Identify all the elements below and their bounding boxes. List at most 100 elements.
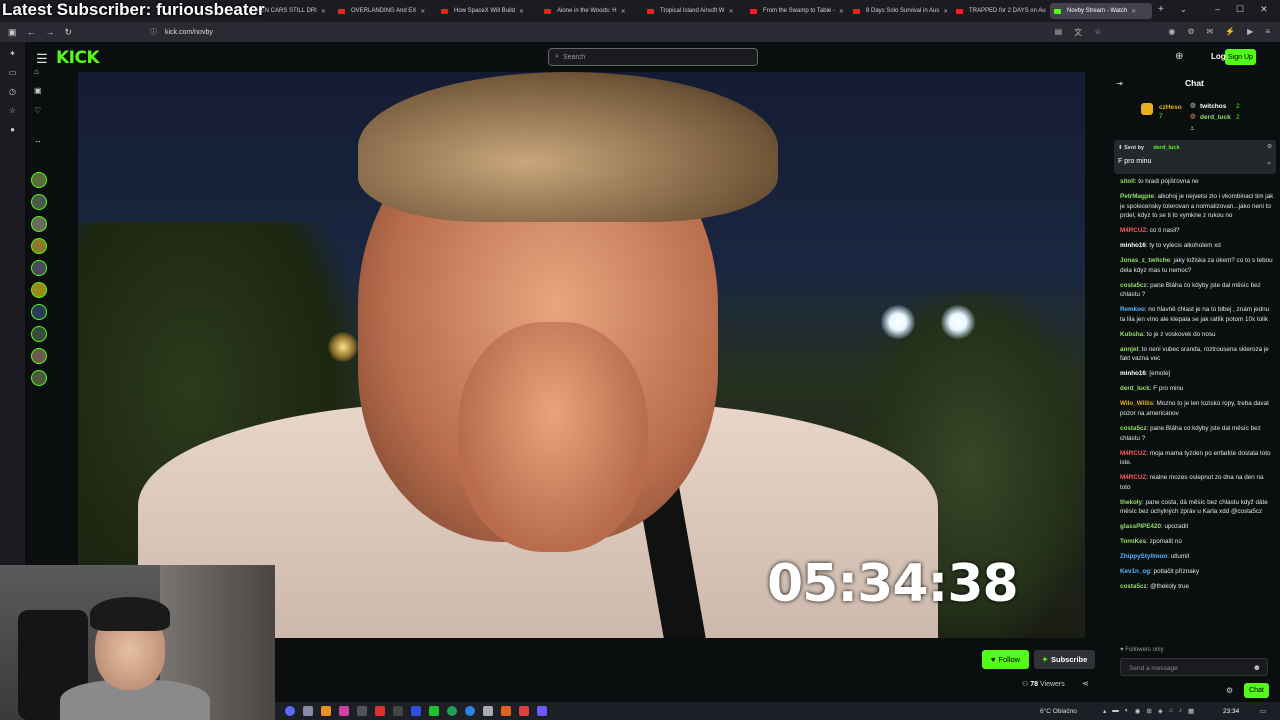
extension-icon[interactable]: ⚙: [1187, 27, 1194, 38]
browser-tab[interactable]: How SpaceX Will Build ✕: [437, 3, 535, 19]
app-icon[interactable]: [519, 706, 529, 716]
channel-avatar[interactable]: [31, 304, 47, 320]
back-icon[interactable]: ←: [27, 27, 36, 37]
chat-username[interactable]: Kubsha: [1120, 331, 1143, 338]
app-icon[interactable]: [465, 706, 475, 716]
gifter-name[interactable]: twitchos: [1200, 102, 1226, 112]
collapse-chat-icon[interactable]: ⇥: [1116, 79, 1123, 89]
notification-icon[interactable]: ▭: [1260, 707, 1266, 715]
close-icon[interactable]: ✕: [621, 8, 626, 15]
star-icon[interactable]: ☆: [0, 101, 25, 120]
unpin-icon[interactable]: ⊘: [1267, 143, 1272, 153]
share-icon[interactable]: ⋖: [1082, 679, 1089, 688]
chat-username[interactable]: M4RCUZ: [1120, 474, 1146, 481]
volume-icon[interactable]: ♪: [1179, 707, 1182, 715]
chat-username[interactable]: sitoll: [1120, 178, 1135, 185]
gifter-name[interactable]: derd_luck: [1200, 113, 1231, 123]
chat-username[interactable]: thekoly: [1120, 499, 1142, 506]
app-icon[interactable]: [393, 706, 403, 716]
channel-avatar[interactable]: [31, 194, 47, 210]
brave-icon[interactable]: [375, 706, 385, 716]
url-field[interactable]: kick.com/novby: [165, 29, 213, 36]
reload-icon[interactable]: ↻: [65, 27, 73, 38]
signup-button[interactable]: Sign Up: [1225, 49, 1256, 65]
subscribe-button[interactable]: ✦ Subscribe: [1034, 650, 1095, 669]
close-icon[interactable]: ✕: [943, 8, 947, 15]
app-icon[interactable]: [303, 706, 313, 716]
tray-icon[interactable]: ◐: [1125, 707, 1129, 715]
following-icon[interactable]: ⌂: [34, 67, 39, 76]
app-icon[interactable]: [429, 706, 439, 716]
channel-avatar[interactable]: [31, 370, 47, 386]
close-icon[interactable]: ✕: [839, 8, 844, 15]
tray-icon[interactable]: ◈: [1158, 707, 1163, 715]
chat-username[interactable]: annjel: [1120, 346, 1138, 353]
weather-widget[interactable]: 6°C Oblačno: [1040, 708, 1077, 715]
tray-icon[interactable]: ▴: [1103, 707, 1106, 715]
chat-username[interactable]: Kev1n_og: [1120, 568, 1150, 575]
security-icon[interactable]: ⓘ: [150, 27, 157, 37]
follow-button[interactable]: ♥ Follow: [982, 650, 1029, 669]
minimize-icon[interactable]: –: [1215, 4, 1220, 15]
chat-username[interactable]: PetrMagpie: [1120, 193, 1154, 200]
history-icon[interactable]: ▭: [0, 63, 25, 82]
tray-icon[interactable]: ▦: [1188, 707, 1194, 715]
app-icon[interactable]: [285, 706, 295, 716]
tray-icon[interactable]: ▬: [1112, 707, 1119, 715]
chat-username[interactable]: costa5cz: [1120, 583, 1147, 590]
pinned-message[interactable]: ⬇ Sent by derd_luck F pro minu ⊘ ⌄: [1114, 140, 1276, 174]
close-icon[interactable]: ✕: [1131, 8, 1136, 15]
pinned-user[interactable]: derd_luck: [1154, 145, 1180, 151]
search-input[interactable]: ⌕ Search: [548, 48, 758, 66]
close-icon[interactable]: ✕: [321, 8, 326, 15]
channel-avatar[interactable]: [31, 216, 47, 232]
account-icon[interactable]: ◉: [1168, 27, 1175, 38]
send-chat-button[interactable]: Chat: [1244, 683, 1269, 698]
app-icon[interactable]: [321, 706, 331, 716]
chat-username[interactable]: ZhippyStyllmon: [1120, 553, 1167, 560]
bookmark-star-icon[interactable]: ☆: [1094, 27, 1101, 38]
translate-icon[interactable]: 文: [1074, 27, 1082, 38]
new-tab-button[interactable]: +: [1158, 4, 1164, 15]
heart-icon[interactable]: ♡: [34, 106, 41, 115]
browser-tab[interactable]: 8 Days Solo Survival in Aus ✕: [849, 3, 947, 19]
chat-username[interactable]: costa5cz: [1120, 282, 1147, 289]
tab-list-icon[interactable]: ⌄: [1180, 5, 1187, 14]
settings-gear-icon[interactable]: ⚙: [1226, 686, 1233, 696]
forward-icon[interactable]: →: [46, 27, 55, 37]
tray-icon[interactable]: ◉: [1135, 707, 1141, 715]
clock[interactable]: 23:34: [1223, 708, 1239, 715]
kick-logo[interactable]: KICK: [56, 48, 100, 68]
language-icon[interactable]: ⊕: [1175, 51, 1183, 62]
chat-username[interactable]: costa5cz: [1120, 425, 1147, 432]
expand-icon[interactable]: ↔: [34, 136, 42, 145]
browse-icon[interactable]: ▣: [34, 86, 42, 95]
chat-username[interactable]: M4RCUZ: [1120, 450, 1146, 457]
app-icon[interactable]: [501, 706, 511, 716]
channel-avatar[interactable]: [31, 238, 47, 254]
channel-avatar[interactable]: [31, 260, 47, 276]
sidebar-toggle-icon[interactable]: ▣: [8, 27, 17, 38]
clock-icon[interactable]: ◷: [0, 82, 25, 101]
channel-avatar[interactable]: [31, 282, 47, 298]
menu-icon[interactable]: ☰: [36, 51, 48, 67]
extension-icon[interactable]: ✉: [1207, 27, 1214, 38]
ai-icon[interactable]: ✦: [0, 44, 25, 63]
app-icon[interactable]: [483, 706, 493, 716]
app-icon[interactable]: [339, 706, 349, 716]
browser-tab[interactable]: Alone in the Woods: H ✕: [540, 3, 638, 19]
chat-username[interactable]: derd_luck: [1120, 385, 1150, 392]
chat-username[interactable]: Wilo_Willis: [1120, 400, 1153, 407]
extension-icon[interactable]: ⚡: [1225, 27, 1235, 38]
browser-tab[interactable]: From the Swamp to Table - ✕: [746, 3, 844, 19]
close-icon[interactable]: ✕: [519, 8, 524, 15]
browser-tab[interactable]: OVERLANDING And EX ✕: [334, 3, 432, 19]
close-icon[interactable]: ✕: [420, 8, 425, 15]
app-icon[interactable]: [537, 706, 547, 716]
chat-username[interactable]: glassPIPE420: [1120, 523, 1161, 530]
close-window-icon[interactable]: ✕: [1260, 4, 1268, 15]
browser-tab[interactable]: TRAPPED for 2 DAYS on Au✕: [952, 3, 1050, 19]
emoji-icon[interactable]: ☻: [1253, 663, 1261, 673]
chat-username[interactable]: Jonas_z_twitche: [1120, 257, 1170, 264]
tray-icon[interactable]: ⊞: [1146, 707, 1151, 715]
